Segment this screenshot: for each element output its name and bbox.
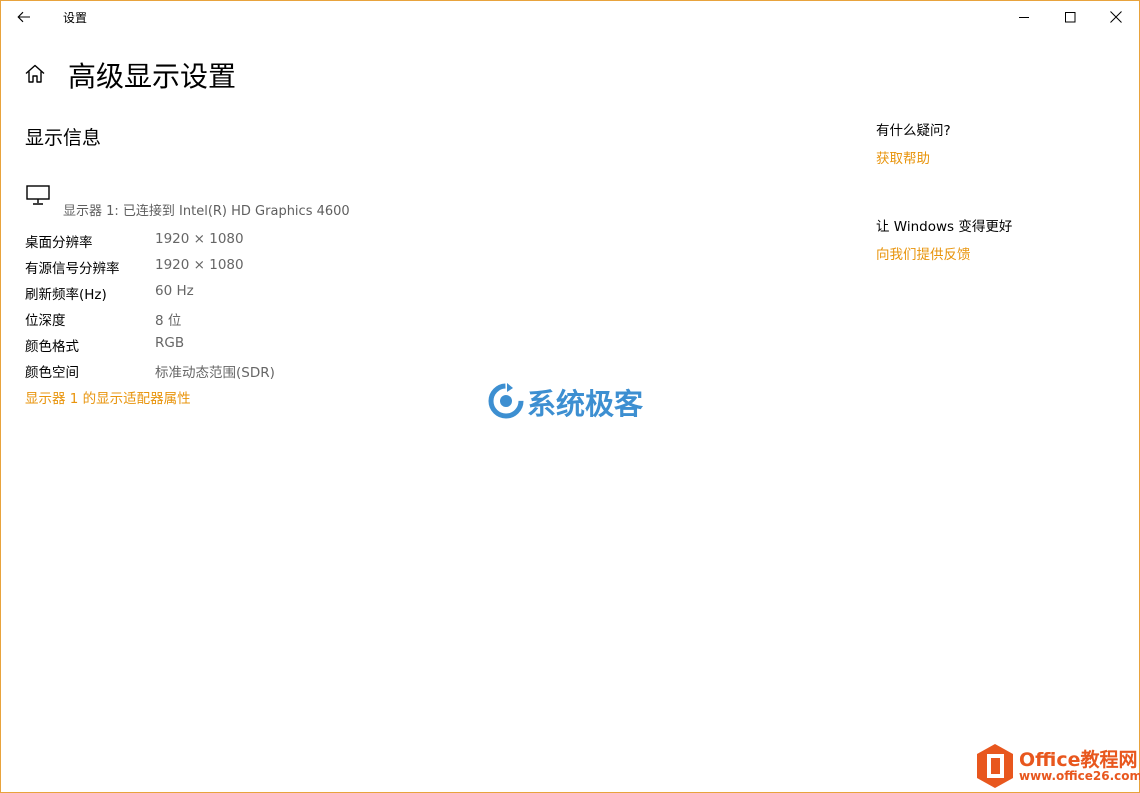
minimize-button[interactable] xyxy=(1001,1,1047,33)
info-value: 8 位 xyxy=(155,313,182,329)
info-value: 1920 × 1080 xyxy=(155,257,244,273)
monitor-icon xyxy=(26,185,50,205)
info-value: 1920 × 1080 xyxy=(155,231,244,247)
info-label: 桌面分辨率 xyxy=(25,235,93,251)
minimize-icon xyxy=(1018,16,1029,18)
info-value: 标准动态范围(SDR) xyxy=(155,365,275,381)
watermark-text: 系统极客 xyxy=(527,387,644,421)
info-label: 刷新频率(Hz) xyxy=(25,287,107,303)
watermark-corner-url: www.office26.com xyxy=(1019,769,1140,783)
help-heading: 有什么疑问? xyxy=(876,123,951,139)
info-value: RGB xyxy=(155,335,185,351)
window-title: 设置 xyxy=(63,11,88,25)
close-icon xyxy=(1110,11,1122,23)
feedback-heading: 让 Windows 变得更好 xyxy=(876,219,1013,235)
maximize-button[interactable] xyxy=(1047,1,1093,33)
title-bar: 设置 xyxy=(1,1,1139,33)
watermark-corner-title: Office教程网 xyxy=(1019,749,1138,771)
info-label: 颜色格式 xyxy=(25,339,79,355)
display-adapter-properties-link[interactable]: 显示器 1 的显示适配器属性 xyxy=(25,387,191,407)
watermark-logo-icon xyxy=(488,383,524,419)
give-feedback-link[interactable]: 向我们提供反馈 xyxy=(876,243,971,263)
info-label: 有源信号分辨率 xyxy=(25,261,120,277)
section-title: 显示信息 xyxy=(25,127,102,149)
info-label: 颜色空间 xyxy=(25,365,79,381)
back-arrow-icon xyxy=(17,11,30,23)
display-name: 显示器 1: 已连接到 Intel(R) HD Graphics 4600 xyxy=(63,204,350,219)
home-button[interactable] xyxy=(23,62,47,86)
info-label: 位深度 xyxy=(25,313,66,329)
settings-window: 设置 高级显示设置 显示信息 显示器 1: 已连接到 Intel(R) HD G… xyxy=(0,0,1140,793)
close-button[interactable] xyxy=(1093,1,1139,33)
watermark-corner: Office教程网 www.office26.com xyxy=(975,743,1140,789)
get-help-link[interactable]: 获取帮助 xyxy=(876,147,930,167)
office-logo-icon xyxy=(977,744,1013,788)
watermark-center: 系统极客 xyxy=(487,379,667,421)
maximize-icon xyxy=(1064,11,1075,22)
home-icon xyxy=(25,64,45,83)
page-title: 高级显示设置 xyxy=(68,60,237,93)
back-button[interactable] xyxy=(11,5,37,29)
info-value: 60 Hz xyxy=(155,283,194,299)
